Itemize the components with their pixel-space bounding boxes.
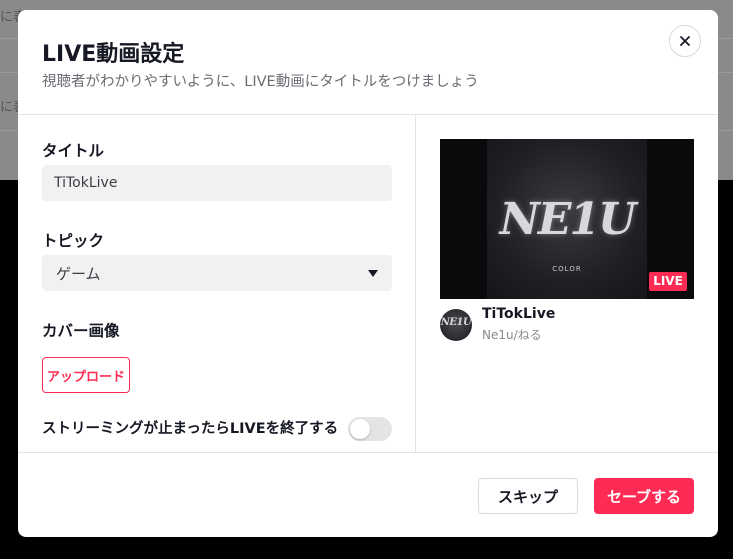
header-divider: [18, 114, 718, 115]
cover-image: NE1U COLOR: [487, 139, 647, 299]
topic-select-value: ゲーム: [56, 264, 101, 283]
footer-divider: [18, 452, 718, 453]
topic-select[interactable]: ゲーム: [42, 255, 392, 291]
preview-title: TiTokLive: [482, 306, 556, 322]
end-on-stop-toggle[interactable]: [348, 417, 392, 441]
column-divider: [415, 115, 416, 452]
caret-down-icon: [368, 269, 378, 277]
live-preview-thumbnail: NE1U COLOR LIVE: [440, 139, 694, 299]
live-badge: LIVE: [649, 272, 687, 291]
end-on-stop-label: ストリーミングが止まったらLIVEを終了する: [42, 421, 339, 437]
close-button[interactable]: [669, 25, 701, 57]
topic-label: トピック: [42, 232, 105, 250]
upload-button[interactable]: アップロード: [42, 357, 130, 393]
title-label: タイトル: [42, 142, 105, 160]
dialog-subtitle: 視聴者がわかりやすいように、LIVE動画にタイトルをつけましょう: [42, 74, 479, 90]
toggle-knob: [350, 419, 370, 439]
skip-button[interactable]: スキップ: [478, 478, 578, 514]
avatar-logo-text: NE1U: [440, 317, 472, 328]
preview-author: Ne1u/ねる: [482, 328, 542, 342]
title-input[interactable]: [42, 165, 392, 201]
cover-logo-text: NE1U: [499, 194, 637, 245]
live-settings-dialog: LIVE動画設定 視聴者がわかりやすいように、LIVE動画にタイトルをつけましょ…: [18, 10, 718, 537]
dialog-title: LIVE動画設定: [42, 42, 185, 67]
dialog-header: LIVE動画設定 視聴者がわかりやすいように、LIVE動画にタイトルをつけましょ…: [18, 10, 718, 114]
avatar: NE1U: [440, 309, 472, 341]
close-icon: [680, 36, 690, 46]
save-button[interactable]: セーブする: [594, 478, 694, 514]
cover-subtext: COLOR: [552, 265, 582, 273]
cover-image-label: カバー画像: [42, 322, 120, 340]
